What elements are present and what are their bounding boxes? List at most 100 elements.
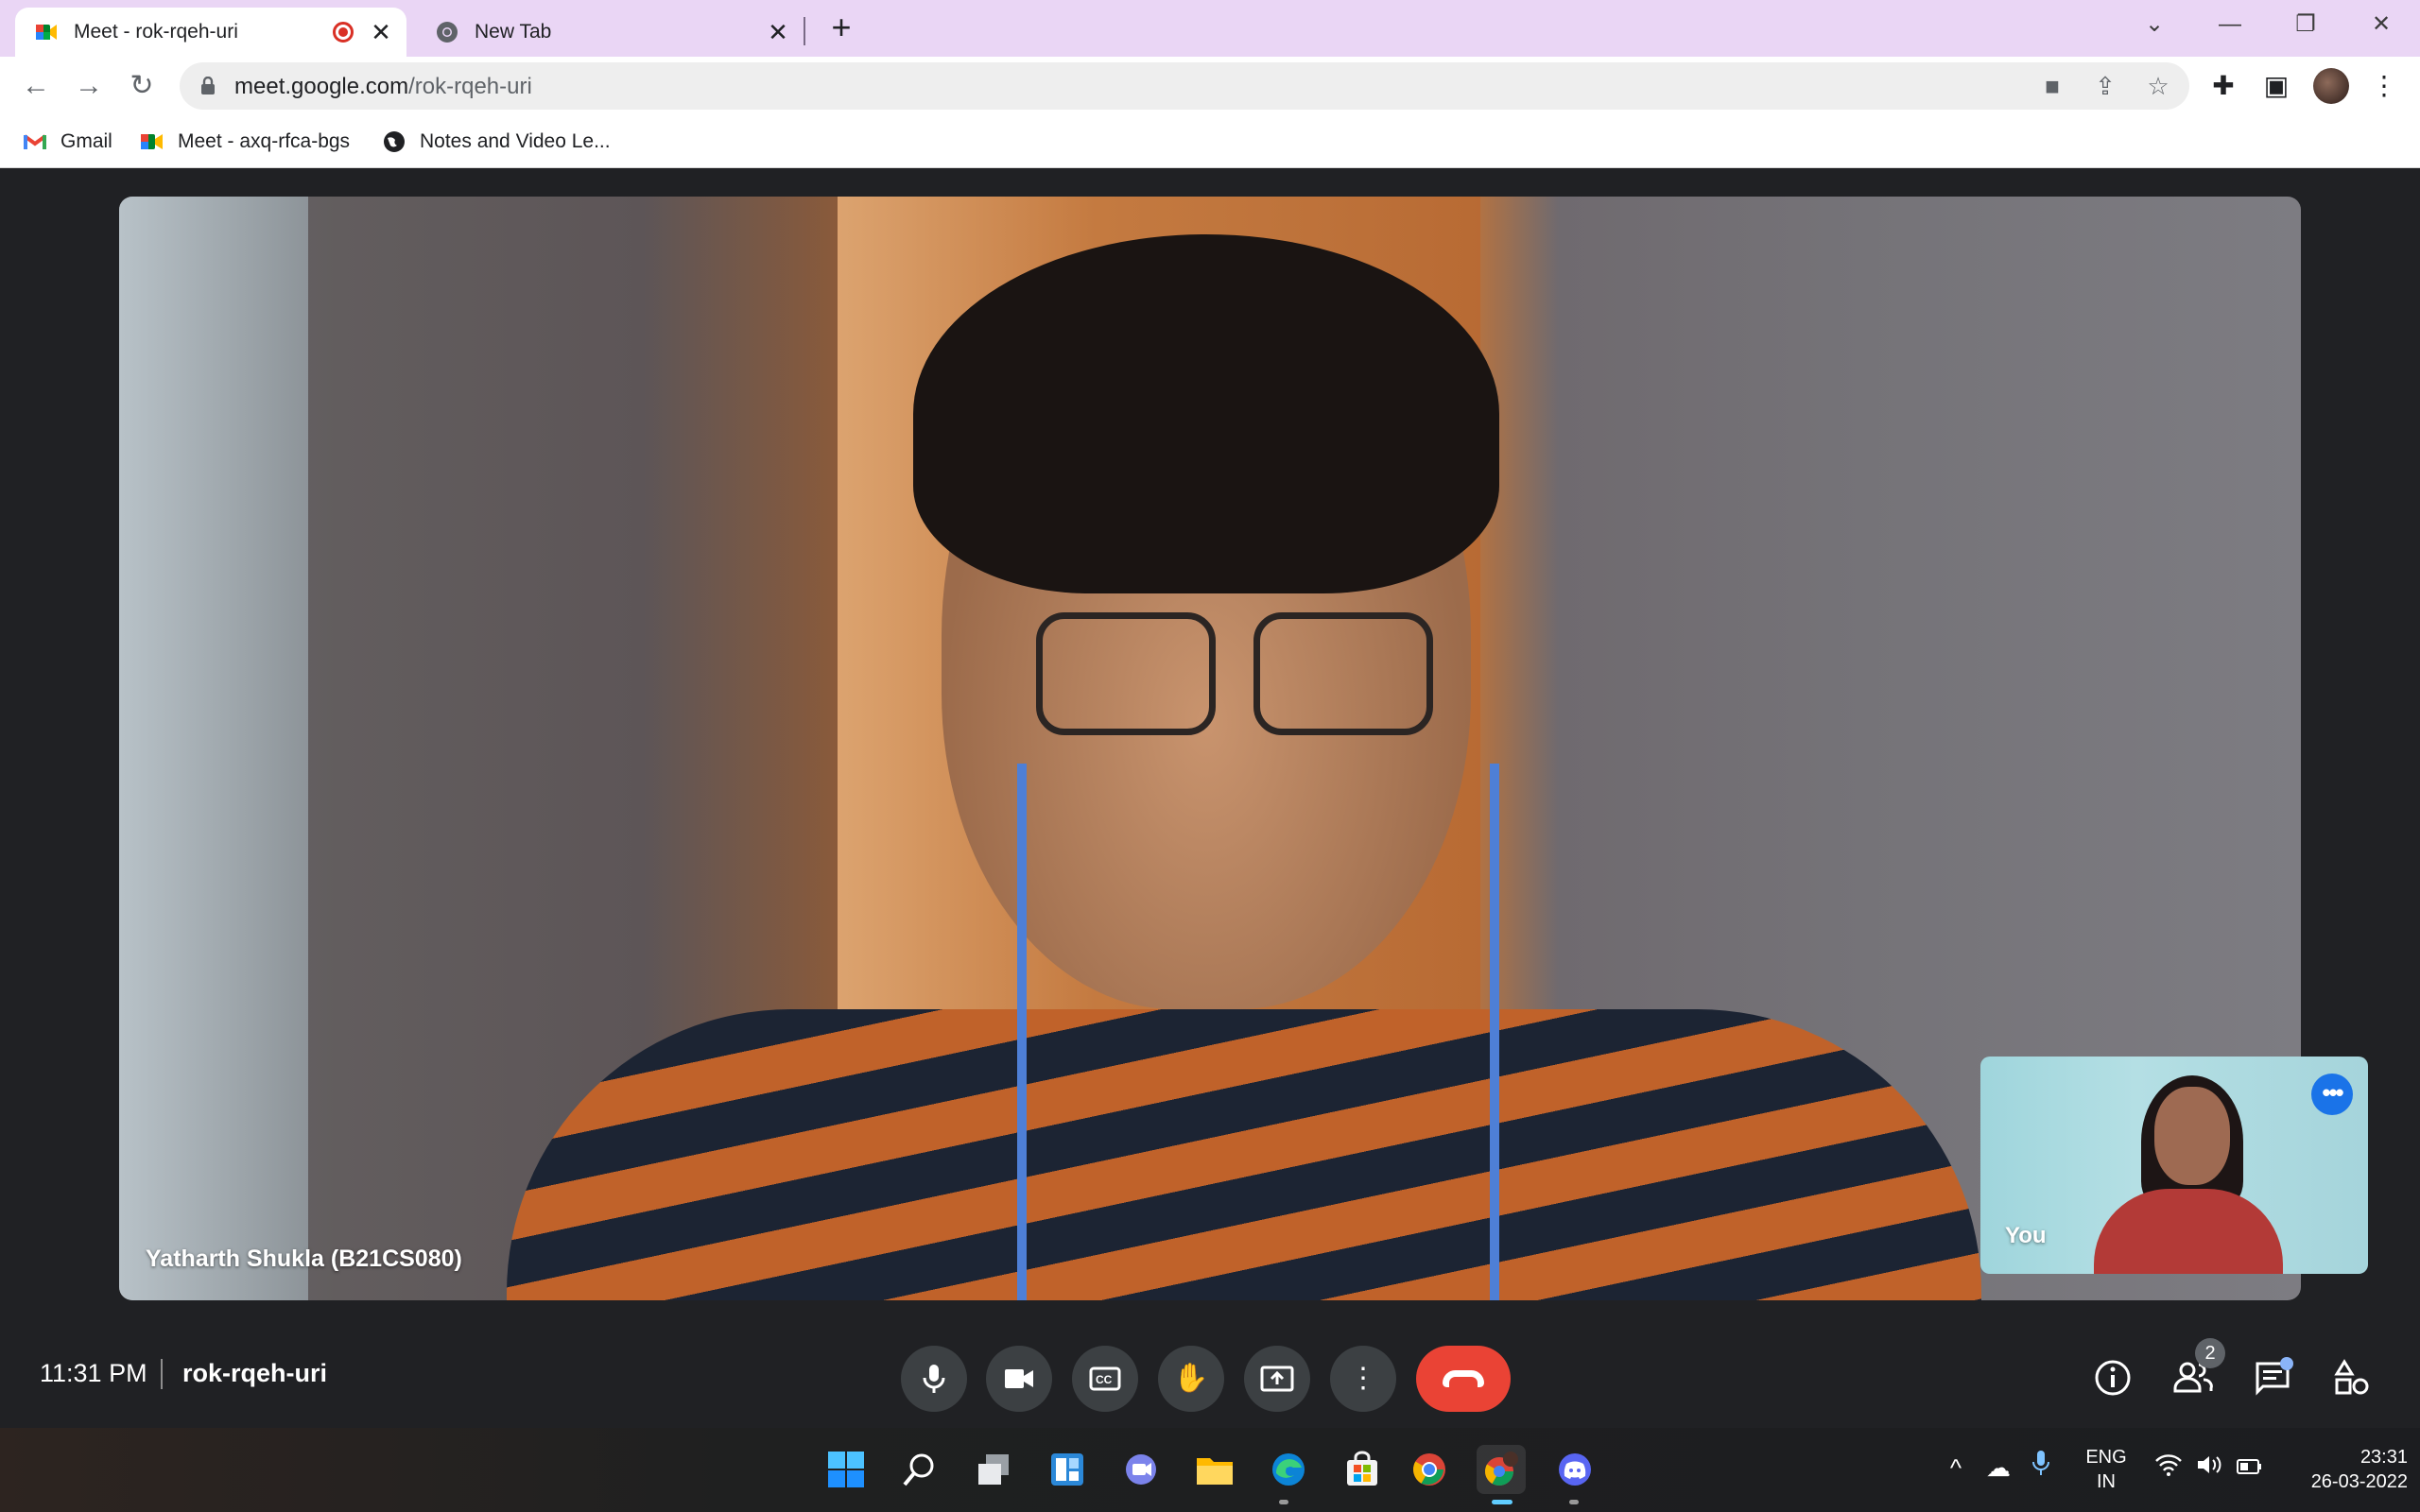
close-window-button[interactable]: ✕	[2358, 6, 2405, 43]
activities-icon	[2334, 1359, 2369, 1395]
self-label: You	[2005, 1223, 2047, 1248]
captions-icon: CC	[1089, 1366, 1121, 1391]
store-button[interactable]	[1338, 1445, 1387, 1494]
menu-icon[interactable]: ⋮	[2368, 70, 2400, 102]
chrome-icon	[1413, 1453, 1445, 1486]
raise-hand-button[interactable]: ✋	[1158, 1346, 1224, 1412]
google-meet-icon	[36, 25, 57, 40]
meet-control-bar: 11:31 PM rok-rqeh-uri CC ✋ ⋮ 2	[0, 1319, 2420, 1428]
widgets-button[interactable]	[1043, 1445, 1092, 1494]
volume-icon[interactable]	[2193, 1449, 2227, 1486]
present-icon	[1260, 1366, 1294, 1392]
url-text: meet.google.com/rok-rqeh-uri	[234, 74, 532, 100]
widgets-icon	[1051, 1453, 1083, 1486]
self-more-options-button[interactable]: •••	[2311, 1074, 2353, 1115]
camera-button[interactable]	[986, 1346, 1052, 1412]
teams-chat-icon	[1126, 1454, 1156, 1485]
url-path: /rok-rqeh-uri	[408, 74, 532, 99]
bookmark-meet[interactable]: Meet - axq-rfca-bgs	[140, 127, 350, 157]
self-view-tile[interactable]: You •••	[1980, 1057, 2368, 1274]
bookmark-label: Gmail	[60, 130, 112, 152]
new-tab-button[interactable]: +	[824, 10, 858, 45]
minimize-button[interactable]: —	[2206, 6, 2254, 43]
microphone-button[interactable]	[901, 1346, 967, 1412]
clock-time: 23:31	[2360, 1447, 2408, 1468]
captions-button[interactable]: CC	[1072, 1346, 1138, 1412]
tab-title: Meet - rok-rqeh-uri	[74, 21, 238, 43]
google-meet-icon	[140, 129, 164, 154]
windows-taskbar: ^ ☁ ENG IN 23:31 26-03-2022	[0, 1428, 2420, 1512]
share-icon[interactable]: ⇪	[2091, 72, 2119, 100]
raise-hand-icon: ✋	[1173, 1363, 1209, 1394]
forward-button[interactable]: →	[68, 65, 110, 107]
more-options-icon: ⋮	[1349, 1363, 1377, 1394]
running-indicator	[1279, 1500, 1288, 1504]
taskbar-clock[interactable]: 23:31 26-03-2022	[2273, 1445, 2415, 1494]
extensions-icon[interactable]: ✚	[2207, 70, 2239, 102]
edge-button[interactable]	[1264, 1445, 1313, 1494]
more-options-button[interactable]: ⋮	[1330, 1346, 1396, 1412]
participant-name: Yatharth Shukla (B21CS080)	[146, 1246, 462, 1272]
activities-button[interactable]	[2329, 1355, 2375, 1400]
recording-icon	[333, 22, 354, 43]
reload-button[interactable]: ↻	[121, 65, 163, 107]
address-bar[interactable]: meet.google.com/rok-rqeh-uri ■ ⇪ ☆	[180, 62, 2189, 110]
meeting-time: 11:31 PM	[40, 1359, 147, 1387]
tab-new-tab[interactable]: New Tab ✕	[416, 8, 804, 57]
windows-start-button[interactable]	[821, 1445, 871, 1494]
meeting-details-button[interactable]	[2090, 1355, 2135, 1400]
microphone-in-use-icon[interactable]	[2027, 1449, 2055, 1487]
mic-icon	[923, 1365, 945, 1393]
video-background	[119, 197, 308, 1300]
meeting-code: rok-rqeh-uri	[182, 1359, 328, 1387]
svg-text:CC: CC	[1096, 1373, 1113, 1386]
task-view-button[interactable]	[969, 1445, 1018, 1494]
camera-in-use-icon[interactable]: ■	[2038, 72, 2066, 100]
tab-title: New Tab	[475, 21, 552, 43]
self-view-image	[2075, 1075, 2302, 1274]
tab-search-icon[interactable]: ⌄	[2131, 6, 2178, 43]
browser-toolbar: ← → ↻ meet.google.com/rok-rqeh-uri ■ ⇪ ☆…	[0, 57, 2420, 115]
end-call-icon	[1443, 1370, 1484, 1387]
gmail-icon	[23, 129, 47, 154]
language-indicator[interactable]: ENG IN	[2072, 1445, 2140, 1494]
battery-icon[interactable]	[2233, 1449, 2267, 1486]
restore-button[interactable]: ❐	[2282, 6, 2329, 43]
tab-meet[interactable]: Meet - rok-rqeh-uri ✕	[15, 8, 406, 57]
teams-chat-button[interactable]	[1116, 1445, 1166, 1494]
lock-icon	[201, 77, 215, 94]
main-participant-video[interactable]: Yatharth Shukla (B21CS080)	[119, 197, 2301, 1300]
close-tab-icon[interactable]: ✕	[764, 18, 792, 47]
wifi-icon[interactable]	[2152, 1449, 2186, 1486]
chrome-button[interactable]	[1405, 1445, 1454, 1494]
bookmark-notes[interactable]: Notes and Video Le...	[382, 127, 611, 157]
search-button[interactable]	[895, 1445, 944, 1494]
tab-separator	[804, 17, 805, 45]
bookmark-label: Notes and Video Le...	[420, 130, 611, 152]
back-button[interactable]: ←	[15, 65, 57, 107]
show-hidden-icons-button[interactable]: ^	[1942, 1449, 1970, 1486]
participant-image	[507, 234, 1981, 1300]
task-view-icon	[978, 1454, 1009, 1485]
end-call-button[interactable]	[1416, 1346, 1511, 1412]
present-button[interactable]	[1244, 1346, 1310, 1412]
bookmark-gmail[interactable]: Gmail	[23, 127, 112, 157]
people-count-badge: 2	[2195, 1338, 2225, 1368]
camera-icon	[1005, 1369, 1033, 1388]
meet-call: Yatharth Shukla (B21CS080) You ••• 11:31…	[0, 168, 2420, 1428]
chat-notification-dot	[2280, 1357, 2293, 1370]
edge-icon	[1272, 1453, 1305, 1486]
discord-icon	[1559, 1453, 1591, 1486]
close-tab-icon[interactable]: ✕	[367, 18, 395, 47]
profile-avatar[interactable]	[2313, 68, 2349, 104]
bookmark-star-icon[interactable]: ☆	[2144, 72, 2172, 100]
chrome-profile-icon	[1484, 1452, 1518, 1486]
discord-button[interactable]	[1550, 1445, 1599, 1494]
side-panel-icon[interactable]: ▣	[2260, 70, 2292, 102]
region-code: IN	[2097, 1471, 2116, 1492]
file-explorer-button[interactable]	[1190, 1445, 1239, 1494]
divider	[161, 1359, 163, 1389]
language-code: ENG	[2085, 1447, 2127, 1468]
onedrive-icon[interactable]: ☁	[1979, 1449, 2017, 1486]
chrome-profile-button[interactable]	[1477, 1445, 1526, 1494]
